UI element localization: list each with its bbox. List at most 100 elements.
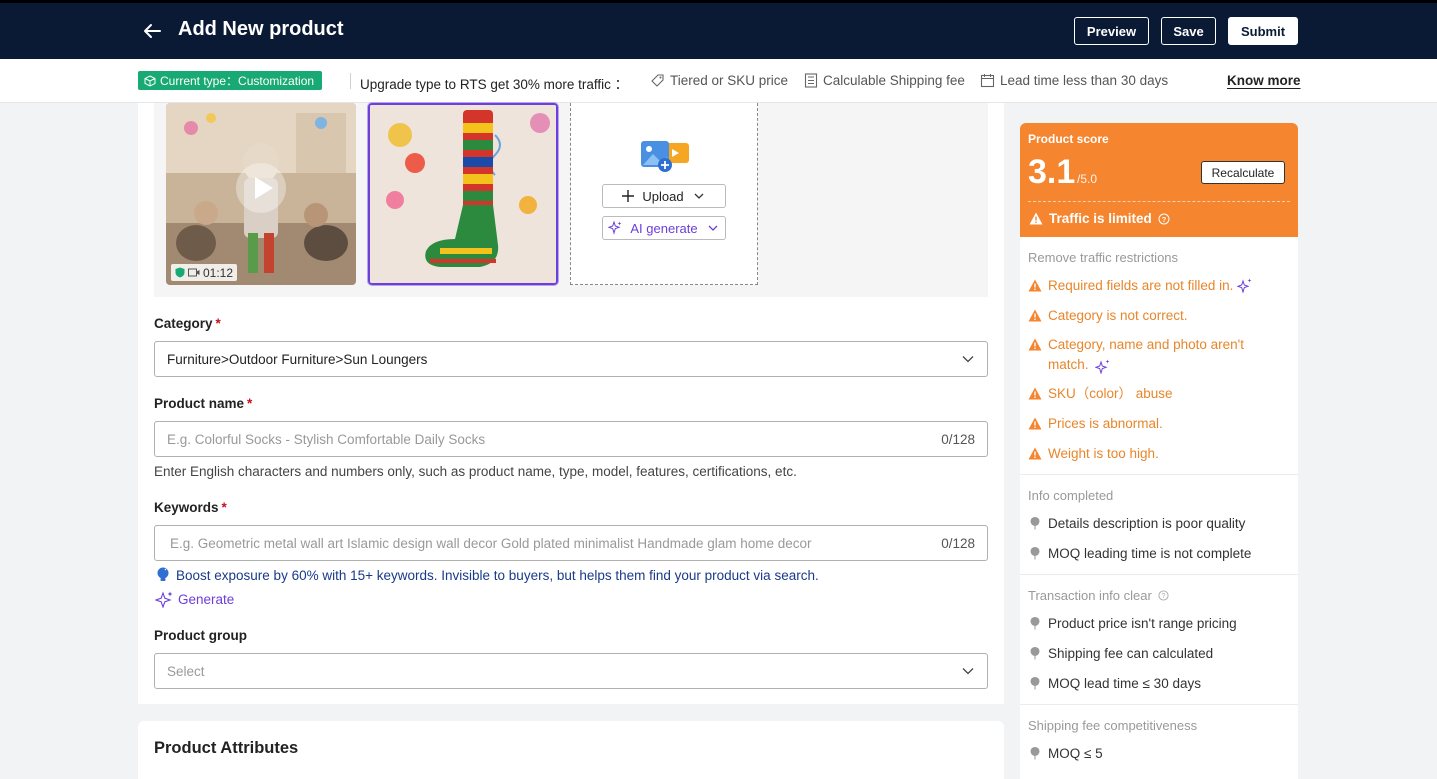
traffic-limited-status: Traffic is limited ? xyxy=(1029,211,1170,226)
info-item: Details description is poor quality xyxy=(1030,516,1245,531)
issue-item[interactable]: Weight is too high. xyxy=(1028,444,1290,464)
warning-icon xyxy=(1028,447,1042,460)
tag-icon xyxy=(651,74,664,87)
transaction-item: Shipping fee can calculated xyxy=(1030,646,1213,661)
product-type-bar: Current type：Customization Upgrade type … xyxy=(0,59,1437,103)
keywords-input[interactable] xyxy=(167,535,942,551)
add-media-icon xyxy=(641,141,689,172)
product-form-card: 01:12 Upload AI generate Category * Furn… xyxy=(138,103,1004,704)
category-value: Furniture>Outdoor Furniture>Sun Loungers xyxy=(167,351,428,367)
issue-item[interactable]: Category, name and photo aren't match. xyxy=(1028,335,1290,375)
issue-item[interactable]: Prices is abnormal. xyxy=(1028,414,1290,434)
product-name-counter: 0/128 xyxy=(941,431,975,447)
recalculate-button[interactable]: Recalculate xyxy=(1201,161,1285,184)
product-name-helper: Enter English characters and numbers onl… xyxy=(154,464,797,479)
sparkle-icon[interactable] xyxy=(1237,278,1253,293)
feature-shipping-fee: Calculable Shipping fee xyxy=(804,73,965,88)
divider xyxy=(1028,201,1290,202)
play-icon[interactable] xyxy=(236,163,286,213)
category-label: Category * xyxy=(154,316,221,331)
shield-icon xyxy=(175,267,185,278)
video-camera-icon xyxy=(188,268,200,277)
score-header: Product score 3.1 /5.0 Recalculate Traff… xyxy=(1020,123,1298,237)
svg-text:?: ? xyxy=(1161,593,1165,600)
product-name-input[interactable] xyxy=(167,431,942,447)
keywords-field: 0/128 xyxy=(154,525,988,561)
transaction-item: MOQ lead time ≤ 30 days xyxy=(1030,676,1201,691)
product-image-thumbnail[interactable] xyxy=(368,103,558,285)
score-max: /5.0 xyxy=(1077,172,1098,186)
svg-text:?: ? xyxy=(1161,214,1166,223)
calendar-icon xyxy=(980,74,995,88)
plus-icon xyxy=(622,190,635,202)
calculator-icon xyxy=(804,73,818,88)
shipping-item: MOQ ≤ 5 xyxy=(1030,746,1103,761)
product-group-placeholder: Select xyxy=(167,663,205,679)
video-duration: 01:12 xyxy=(171,264,238,281)
warning-icon xyxy=(1028,279,1042,292)
sparkle-icon[interactable] xyxy=(1095,359,1111,374)
warning-icon xyxy=(1028,417,1042,430)
product-attributes-title: Product Attributes xyxy=(154,739,299,757)
transaction-info-title: Transaction info clear ? xyxy=(1028,588,1169,603)
keywords-boost-tip: Boost exposure by 60% with 15+ keywords.… xyxy=(156,567,819,583)
socks-image xyxy=(370,105,556,283)
warning-icon xyxy=(1028,309,1042,322)
upload-dropzone[interactable]: Upload AI generate xyxy=(570,103,758,285)
issue-item[interactable]: Required fields are not filled in. xyxy=(1028,276,1290,296)
product-name-label: Product name * xyxy=(154,396,253,411)
pin-icon xyxy=(1030,517,1040,530)
sparkle-icon xyxy=(155,591,173,608)
divider xyxy=(1020,574,1298,575)
current-type-label: Current type：Customization xyxy=(160,74,315,88)
preview-button[interactable]: Preview xyxy=(1074,17,1149,45)
divider xyxy=(1020,704,1298,705)
divider xyxy=(1020,474,1298,475)
divider xyxy=(350,73,351,89)
category-select[interactable]: Furniture>Outdoor Furniture>Sun Loungers xyxy=(154,341,988,377)
warning-icon xyxy=(1029,212,1043,225)
keywords-counter: 0/128 xyxy=(941,535,975,551)
back-arrow-icon[interactable] xyxy=(141,20,163,42)
chevron-down-icon xyxy=(694,193,704,199)
lightbulb-icon xyxy=(157,567,169,581)
feature-lead-time: Lead time less than 30 days xyxy=(980,73,1168,88)
help-circle-icon[interactable]: ? xyxy=(1158,213,1170,225)
save-button[interactable]: Save xyxy=(1161,17,1216,45)
feature-tiered-price: Tiered or SKU price xyxy=(650,73,788,88)
ai-generate-button[interactable]: AI generate xyxy=(602,216,726,240)
warning-icon xyxy=(1028,338,1042,351)
media-gallery: 01:12 Upload AI generate xyxy=(154,103,988,297)
pin-icon xyxy=(1030,617,1040,630)
cube-icon xyxy=(144,74,156,87)
shipping-fee-title: Shipping fee competitiveness xyxy=(1028,718,1198,733)
upgrade-text: Upgrade type to RTS get 30% more traffic… xyxy=(360,77,629,92)
page-title: Add New product xyxy=(178,18,344,40)
info-item: MOQ leading time is not complete xyxy=(1030,546,1251,561)
score-label: Product score xyxy=(1028,132,1109,146)
product-group-label: Product group xyxy=(154,628,247,643)
product-group-select[interactable]: Select xyxy=(154,653,988,689)
sparkle-icon xyxy=(608,221,622,235)
submit-button[interactable]: Submit xyxy=(1228,17,1298,45)
pin-icon xyxy=(1030,547,1040,560)
generate-keywords-link[interactable]: Generate xyxy=(155,591,234,608)
chevron-down-icon xyxy=(962,668,974,675)
upload-button[interactable]: Upload xyxy=(602,184,726,208)
issue-item[interactable]: SKU（color） abuse xyxy=(1028,384,1290,404)
issue-item[interactable]: Category is not correct. xyxy=(1028,306,1290,326)
pin-icon xyxy=(1030,677,1040,690)
info-completed-title: Info completed xyxy=(1028,488,1114,503)
product-attributes-card: Product Attributes xyxy=(138,721,1004,779)
video-thumbnail[interactable]: 01:12 xyxy=(166,103,356,285)
product-score-panel: Product score 3.1 /5.0 Recalculate Traff… xyxy=(1020,123,1298,779)
current-type-badge: Current type：Customization xyxy=(138,71,323,90)
remove-restrictions-title: Remove traffic restrictions xyxy=(1028,250,1179,265)
help-circle-icon[interactable]: ? xyxy=(1158,590,1169,601)
score-value: 3.1 xyxy=(1028,153,1076,191)
pin-icon xyxy=(1030,747,1040,760)
know-more-link[interactable]: Know more xyxy=(1227,73,1301,88)
keywords-label: Keywords * xyxy=(154,500,227,515)
transaction-item: Product price isn't range pricing xyxy=(1030,616,1237,631)
top-header: Add New product Preview Save Submit xyxy=(0,0,1437,59)
